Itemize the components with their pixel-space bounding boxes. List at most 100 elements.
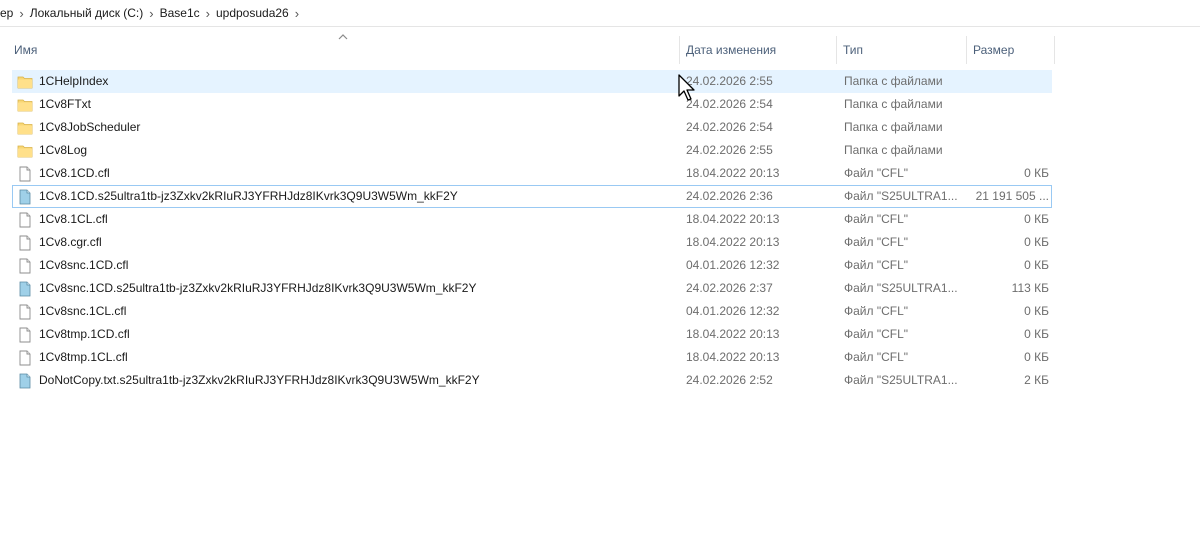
file-icon [17, 258, 33, 274]
file-list-item[interactable]: 1Cv8.1CD.cfl 18.04.2022 20:13 Файл "CFL" 0 … [12, 162, 1052, 185]
file-list-item[interactable]: 1Cv8FTxt 24.02.2026 2:54 Папка с файлами [12, 93, 1052, 116]
file-type: Файл "CFL" [844, 235, 909, 249]
file-size: 0 КБ [1024, 166, 1049, 180]
file-date: 18.04.2022 20:13 [686, 327, 780, 341]
file-date: 18.04.2022 20:13 [686, 235, 780, 249]
chevron-right-icon[interactable]: › [295, 6, 299, 21]
file-list-item[interactable]: 1Cv8Log 24.02.2026 2:55 Папка с файлами [12, 139, 1052, 162]
file-name: DoNotCopy.txt.s25ultra1tb-jz3Zxkv2kRIuRJ… [39, 373, 480, 387]
file-size: 113 КБ [1011, 281, 1049, 295]
file-date: 04.01.2026 12:32 [686, 304, 780, 318]
file-date: 24.02.2026 2:54 [686, 120, 773, 134]
file-list-item[interactable]: 1Cv8tmp.1CD.cfl 18.04.2022 20:13 Файл "CFL… [12, 323, 1052, 346]
file-name-cell: 1Cv8.1CD.s25ultra1tb-jz3Zxkv2kRIuRJ3YFRH… [17, 186, 677, 207]
file-name-cell: 1Cv8.1CD.cfl [17, 163, 677, 184]
file-date: 18.04.2022 20:13 [686, 212, 780, 226]
file-list-item[interactable]: 1Cv8.cgr.cfl 18.04.2022 20:13 Файл "CFL" 0 … [12, 231, 1052, 254]
file-list-item[interactable]: 1Cv8tmp.1CL.cfl 18.04.2022 20:13 Файл "CFL… [12, 346, 1052, 369]
column-header-type[interactable]: Тип [837, 36, 967, 64]
breadcrumb-item[interactable]: updposuda26 [210, 6, 295, 20]
column-header-size-label: Размер [973, 43, 1015, 57]
column-header-size[interactable]: Размер [967, 36, 1055, 64]
file-name: 1Cv8tmp.1CL.cfl [39, 350, 128, 364]
file-size: 0 КБ [1024, 212, 1049, 226]
breadcrumb-item[interactable]: ер [0, 6, 19, 20]
file-name: 1Cv8.1CL.cfl [39, 212, 108, 226]
file-list-item[interactable]: 1Cv8snc.1CD.cfl 04.01.2026 12:32 Файл "CFL… [12, 254, 1052, 277]
folder-icon [17, 74, 33, 90]
file-type: Файл "CFL" [844, 327, 909, 341]
file-size: 0 КБ [1024, 235, 1049, 249]
file-list-item[interactable]: 1CHelpIndex 24.02.2026 2:55 Папка с файлам… [12, 70, 1052, 93]
file-type: Файл "S25ULTRA1... [844, 281, 958, 295]
file-name-cell: 1Cv8snc.1CD.s25ultra1tb-jz3Zxkv2kRIuRJ3Y… [17, 278, 677, 299]
file-size [969, 117, 1049, 138]
file-name: 1Cv8snc.1CD.cfl [39, 258, 129, 272]
file-date: 24.02.2026 2:52 [686, 373, 773, 387]
file-type: Файл "CFL" [844, 166, 909, 180]
breadcrumb-item[interactable]: Base1c [154, 6, 206, 20]
file-name-cell: DoNotCopy.txt.s25ultra1tb-jz3Zxkv2kRIuRJ… [17, 370, 677, 391]
file-icon [17, 304, 33, 320]
file-name-cell: 1Cv8.cgr.cfl [17, 232, 677, 253]
encrypted-file-icon [17, 373, 33, 389]
file-name-cell: 1Cv8tmp.1CD.cfl [17, 324, 677, 345]
file-size: 0 КБ [1024, 350, 1049, 364]
file-date: 24.02.2026 2:37 [686, 281, 773, 295]
file-list-item[interactable]: 1Cv8snc.1CD.s25ultra1tb-jz3Zxkv2kRIuRJ3Y… [12, 277, 1052, 300]
file-name: 1Cv8tmp.1CD.cfl [39, 327, 130, 341]
file-date: 04.01.2026 12:32 [686, 258, 780, 272]
file-date: 18.04.2022 20:13 [686, 166, 780, 180]
file-name: 1Cv8FTxt [39, 97, 92, 111]
file-size [969, 71, 1049, 92]
file-date: 24.02.2026 2:55 [686, 74, 773, 88]
file-name: 1Cv8.1CD.s25ultra1tb-jz3Zxkv2kRIuRJ3YFRH… [39, 189, 458, 203]
column-header-date[interactable]: Дата изменения [680, 36, 837, 64]
file-type: Файл "CFL" [844, 304, 909, 318]
file-list-item[interactable]: 1Cv8.1CD.s25ultra1tb-jz3Zxkv2kRIuRJ3YFRH… [12, 185, 1052, 208]
breadcrumb-item[interactable]: Локальный диск (C:) [24, 6, 150, 20]
file-list-item[interactable]: 1Cv8.1CL.cfl 18.04.2022 20:13 Файл "CFL" 0 … [12, 208, 1052, 231]
encrypted-file-icon [17, 281, 33, 297]
file-size [969, 94, 1049, 115]
file-size: 0 КБ [1024, 327, 1049, 341]
file-icon [17, 212, 33, 228]
file-type: Файл "S25ULTRA1... [844, 189, 958, 203]
file-list-item[interactable]: 1Cv8snc.1CL.cfl 04.01.2026 12:32 Файл "CFL… [12, 300, 1052, 323]
file-name: 1Cv8JobScheduler [39, 120, 141, 134]
file-name-cell: 1CHelpIndex [17, 71, 677, 92]
file-type: Файл "CFL" [844, 212, 909, 226]
file-name-cell: 1Cv8tmp.1CL.cfl [17, 347, 677, 368]
file-type: Файл "S25ULTRA1... [844, 373, 958, 387]
file-type: Папка с файлами [844, 120, 943, 134]
file-list-item[interactable]: DoNotCopy.txt.s25ultra1tb-jz3Zxkv2kRIuRJ… [12, 369, 1052, 392]
file-size: 0 КБ [1024, 258, 1049, 272]
folder-icon [17, 143, 33, 159]
file-icon [17, 327, 33, 343]
file-type: Файл "CFL" [844, 258, 909, 272]
file-size [969, 140, 1049, 161]
mouse-cursor-icon [678, 74, 695, 101]
file-date: 24.02.2026 2:36 [686, 189, 773, 203]
file-name: 1Cv8Log [39, 143, 88, 157]
folder-icon [17, 120, 33, 136]
file-name-cell: 1Cv8Log [17, 140, 677, 161]
file-icon [17, 166, 33, 182]
file-list: 1CHelpIndex 24.02.2026 2:55 Папка с файлам… [12, 70, 1052, 392]
file-name: 1Cv8snc.1CL.cfl [39, 304, 127, 318]
file-size: 2 КБ [1024, 373, 1049, 387]
file-date: 24.02.2026 2:55 [686, 143, 773, 157]
sort-ascending-icon [338, 34, 348, 40]
file-type: Файл "CFL" [844, 350, 909, 364]
file-date: 24.02.2026 2:54 [686, 97, 773, 111]
file-name-cell: 1Cv8.1CL.cfl [17, 209, 677, 230]
encrypted-file-icon [17, 189, 33, 205]
file-name-cell: 1Cv8snc.1CL.cfl [17, 301, 677, 322]
file-list-item[interactable]: 1Cv8JobScheduler 24.02.2026 2:54 Папка с ф… [12, 116, 1052, 139]
file-type: Папка с файлами [844, 74, 943, 88]
file-size: 21 191 505 ... [975, 189, 1049, 203]
file-date: 18.04.2022 20:13 [686, 350, 780, 364]
file-name: 1Cv8.1CD.cfl [39, 166, 110, 180]
file-icon [17, 235, 33, 251]
column-header-type-label: Тип [843, 43, 864, 57]
